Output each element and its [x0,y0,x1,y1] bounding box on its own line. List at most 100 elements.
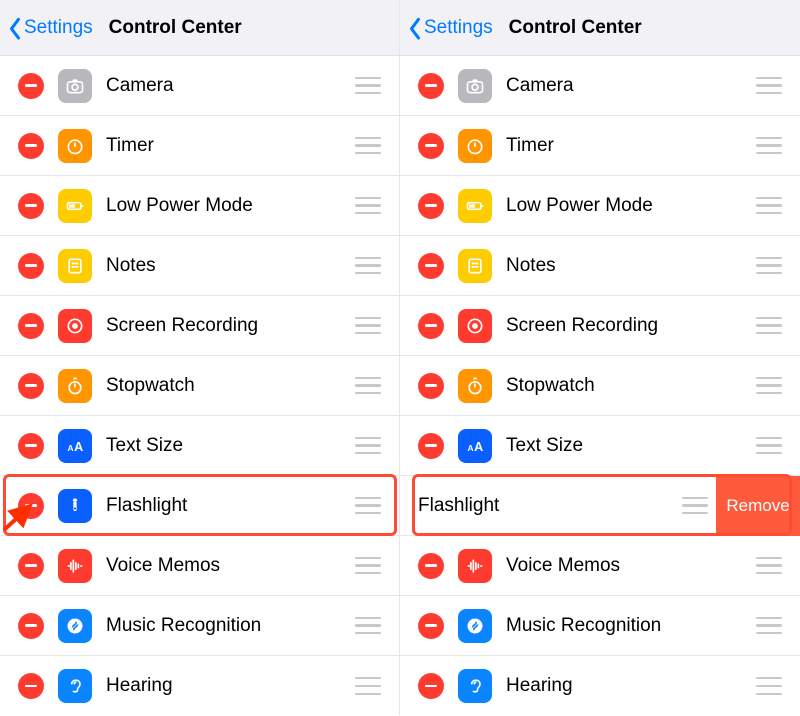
remove-minus-button[interactable] [18,553,44,579]
musicrec-icon [458,609,492,643]
nav-bar: SettingsControl Center [400,0,800,56]
svg-text:A: A [468,443,474,453]
svg-text:A: A [74,440,83,454]
timer-icon [58,129,92,163]
page-title: Control Center [109,17,242,39]
remove-minus-button[interactable] [18,613,44,639]
drag-handle-icon[interactable] [682,497,708,515]
list-row-timer[interactable]: Timer [400,116,800,176]
remove-minus-button[interactable] [18,673,44,699]
back-button[interactable]: Settings [6,13,95,43]
remove-minus-button[interactable] [418,73,444,99]
list-row-camera[interactable]: Camera [0,56,399,116]
lowpower-icon [58,189,92,223]
row-label: Hearing [506,675,756,697]
svg-text:A: A [68,443,74,453]
row-label: Voice Memos [106,555,355,577]
remove-minus-button[interactable] [18,253,44,279]
list-row-musicrec[interactable]: Music Recognition [0,596,399,656]
row-label: Screen Recording [106,315,355,337]
remove-minus-button[interactable] [18,313,44,339]
row-label: Music Recognition [506,615,756,637]
drag-handle-icon[interactable] [756,137,782,155]
drag-handle-icon[interactable] [756,437,782,455]
remove-minus-button[interactable] [418,193,444,219]
drag-handle-icon[interactable] [756,197,782,215]
list-row-lowpower[interactable]: Low Power Mode [0,176,399,236]
drag-handle-icon[interactable] [756,557,782,575]
row-label: Camera [506,75,756,97]
svg-text:A: A [474,440,483,454]
hearing-icon [58,669,92,703]
list-row-notes[interactable]: Notes [400,236,800,296]
drag-handle-icon[interactable] [756,617,782,635]
list-row-voicememo[interactable]: Voice Memos [0,536,399,596]
drag-handle-icon[interactable] [355,377,381,395]
back-button[interactable]: Settings [406,13,495,43]
drag-handle-icon[interactable] [756,377,782,395]
drag-handle-icon[interactable] [756,677,782,695]
remove-minus-button[interactable] [18,433,44,459]
voicememo-icon [58,549,92,583]
controls-list: CameraTimerLow Power ModeNotes Screen Rec… [0,56,399,716]
list-row-hearing[interactable]: Hearing [400,656,800,716]
row-label: Music Recognition [106,615,355,637]
remove-button[interactable]: Remove [716,476,800,536]
list-row-textsize[interactable]: AA Text Size [400,416,800,476]
drag-handle-icon[interactable] [355,617,381,635]
back-label: Settings [424,17,493,39]
remove-minus-button[interactable] [418,133,444,159]
row-label: Flashlight [106,495,355,517]
chevron-back-icon [408,17,422,39]
row-label: Flashlight [418,495,682,517]
remove-minus-button[interactable] [418,673,444,699]
drag-handle-icon[interactable] [355,677,381,695]
drag-handle-icon[interactable] [355,497,381,515]
drag-handle-icon[interactable] [355,137,381,155]
drag-handle-icon[interactable] [355,77,381,95]
remove-minus-button[interactable] [418,553,444,579]
drag-handle-icon[interactable] [355,557,381,575]
remove-minus-button[interactable] [18,193,44,219]
drag-handle-icon[interactable] [756,77,782,95]
back-label: Settings [24,17,93,39]
camera-icon [58,69,92,103]
camera-icon [458,69,492,103]
drag-handle-icon[interactable] [355,437,381,455]
list-row-stopwatch[interactable]: Stopwatch [400,356,800,416]
row-label: Text Size [506,435,756,457]
list-row-lowpower[interactable]: Low Power Mode [400,176,800,236]
drag-handle-icon[interactable] [756,317,782,335]
row-label: Text Size [106,435,355,457]
list-row-flash[interactable]: Flashlight [0,476,399,536]
list-row-stopwatch[interactable]: Stopwatch [0,356,399,416]
list-row-hearing[interactable]: Hearing [0,656,399,716]
remove-minus-button[interactable] [418,613,444,639]
nav-bar: Settings Control Center [0,0,399,56]
remove-minus-button[interactable] [18,133,44,159]
list-row-camera[interactable]: Camera [400,56,800,116]
list-row-screenrec[interactable]: Screen Recording [0,296,399,356]
drag-handle-icon[interactable] [355,197,381,215]
list-row-timer[interactable]: Timer [0,116,399,176]
remove-minus-button[interactable] [418,373,444,399]
list-row-voicememo[interactable]: Voice Memos [400,536,800,596]
remove-minus-button[interactable] [18,73,44,99]
list-row-notes[interactable]: Notes [0,236,399,296]
remove-minus-button[interactable] [18,493,44,519]
list-row-textsize[interactable]: AA Text Size [0,416,399,476]
list-row-musicrec[interactable]: Music Recognition [400,596,800,656]
remove-minus-button[interactable] [418,313,444,339]
remove-minus-button[interactable] [418,253,444,279]
list-row-screenrec[interactable]: Screen Recording [400,296,800,356]
drag-handle-icon[interactable] [355,317,381,335]
remove-minus-button[interactable] [418,433,444,459]
row-label: Voice Memos [506,555,756,577]
screenrec-icon [58,309,92,343]
remove-minus-button[interactable] [18,373,44,399]
drag-handle-icon[interactable] [355,257,381,275]
stopwatch-icon [458,369,492,403]
flash-icon [58,489,92,523]
list-row-flash[interactable]: Flashlight Remove [400,476,800,536]
drag-handle-icon[interactable] [756,257,782,275]
